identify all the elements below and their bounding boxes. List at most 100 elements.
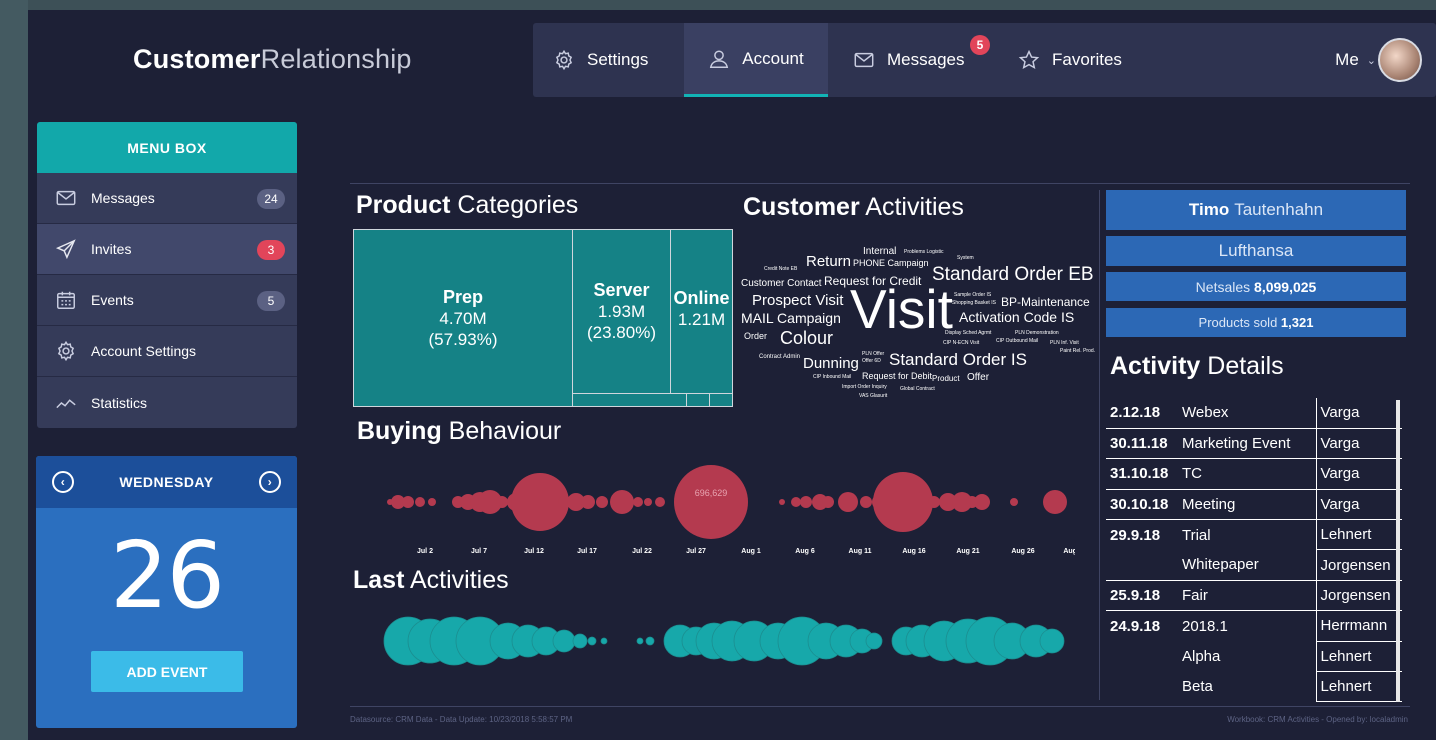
treemap-tile-server[interactable]: Server 1.93M (23.80%): [573, 230, 671, 394]
customer-activities-title: Customer Activities: [743, 193, 964, 221]
menu-item-invites[interactable]: Invites 3: [37, 224, 297, 275]
menu-item-events[interactable]: Events 5: [37, 275, 297, 326]
nav-account-label: Account: [742, 48, 804, 68]
day-number: 26: [109, 522, 225, 629]
table-row[interactable]: Beta Lehnert: [1106, 671, 1402, 703]
bubble[interactable]: [791, 497, 801, 507]
bubble[interactable]: [860, 496, 872, 508]
table-cell-date: [1106, 672, 1178, 702]
table-row[interactable]: 30.11.18 Marketing Event Varga: [1106, 428, 1402, 460]
tick-label: Aug 11: [849, 548, 872, 555]
add-event-button[interactable]: ADD EVENT: [91, 651, 243, 692]
table-row[interactable]: Alpha Lehnert: [1106, 641, 1402, 673]
bubble[interactable]: [1010, 498, 1018, 506]
table-cell-who: Lehnert: [1315, 671, 1402, 703]
table-row[interactable]: 24.9.18 2018.1 Herrmann: [1106, 610, 1402, 642]
bubble[interactable]: [1039, 628, 1065, 654]
divider: [350, 183, 1410, 184]
products-sold-card: Products sold 1,321: [1106, 308, 1406, 337]
count-badge: 3: [257, 240, 285, 260]
scrollbar[interactable]: [1396, 400, 1400, 702]
table-cell-who: Varga: [1315, 398, 1402, 429]
nav-favorites[interactable]: Favorites: [1018, 23, 1148, 97]
netsales-card: Netsales 8,099,025: [1106, 272, 1406, 301]
bubble[interactable]: [610, 490, 634, 514]
bubble[interactable]: [674, 465, 748, 539]
table-cell-who: Herrmann: [1315, 610, 1402, 642]
bubble[interactable]: [865, 632, 883, 650]
bubble[interactable]: [644, 498, 652, 506]
user-menu-label: Me: [1335, 50, 1359, 69]
table-cell-act: Fair: [1178, 580, 1316, 612]
user-menu[interactable]: Me ⌄: [1335, 23, 1376, 97]
avatar[interactable]: [1378, 38, 1422, 82]
table-cell-who: Jorgensen: [1315, 549, 1402, 581]
bubble[interactable]: [974, 494, 990, 510]
table-row[interactable]: 31.10.18 TC Varga: [1106, 458, 1402, 490]
menu-item-statistics[interactable]: Statistics: [37, 377, 297, 428]
table-cell-date: 24.9.18: [1110, 617, 1161, 635]
footer-datasource: Datasource: CRM Data - Data Update: 10/2…: [350, 715, 573, 724]
chevron-right-icon[interactable]: ›: [258, 471, 281, 493]
tick-label: Jul 12: [524, 548, 544, 555]
bubble[interactable]: [596, 496, 608, 508]
bubble[interactable]: [838, 492, 858, 512]
calendar-widget: ‹ WEDNESDAY › 26 ADD EVENT: [36, 456, 297, 728]
word-cloud: Internal Problems Logistic System Return…: [741, 246, 1096, 399]
tick-label: Aug 21: [956, 548, 979, 555]
divider: [350, 706, 1410, 707]
user-icon: [710, 49, 729, 68]
top-navigation: Settings Account Messages 5 Favorites Me…: [533, 23, 1436, 97]
bubble[interactable]: [779, 499, 785, 505]
nav-settings-label: Settings: [587, 50, 649, 69]
treemap-tile-prep[interactable]: Prep 4.70M (57.93%): [354, 230, 573, 407]
gear-icon: [57, 340, 75, 362]
nav-account[interactable]: Account: [684, 23, 828, 97]
table-cell-date: 29.9.18: [1110, 526, 1161, 544]
nav-messages[interactable]: Messages: [853, 23, 993, 97]
bubble[interactable]: [552, 629, 576, 653]
person-name-card: Timo Tautenhahn: [1106, 190, 1406, 230]
table-row[interactable]: 2.12.18 Webex Varga: [1106, 398, 1402, 429]
nav-messages-label: Messages: [887, 50, 965, 69]
brand-logo: CustomerRelationship: [133, 44, 412, 74]
table-cell-who: Varga: [1315, 489, 1402, 521]
table-cell-date: 25.9.18: [1106, 580, 1178, 612]
table-cell-act: Trial: [1182, 526, 1211, 544]
bubble[interactable]: [428, 498, 436, 506]
bubble[interactable]: [415, 497, 425, 507]
treemap-tile-small[interactable]: [573, 394, 687, 407]
messages-badge: 5: [970, 35, 990, 55]
bubble[interactable]: [600, 637, 608, 645]
chevron-left-icon[interactable]: ‹: [52, 471, 74, 493]
bubble[interactable]: [800, 496, 812, 508]
treemap-tile-small[interactable]: [687, 394, 710, 407]
bubble[interactable]: [587, 636, 597, 646]
table-cell-act: TC: [1178, 458, 1316, 490]
menu-item-account-settings[interactable]: Account Settings: [37, 326, 297, 377]
nav-settings[interactable]: Settings: [553, 23, 681, 97]
bubble[interactable]: [822, 496, 834, 508]
treemap-tile-online[interactable]: Online 1.21M: [671, 230, 732, 394]
table-row[interactable]: 30.10.18 Meeting Varga: [1106, 489, 1402, 521]
bubble[interactable]: [572, 633, 588, 649]
bubble[interactable]: [581, 495, 595, 509]
menu-item-messages[interactable]: Messages 24: [37, 173, 297, 224]
bubble[interactable]: [645, 636, 655, 646]
bubble-series: [383, 616, 1065, 666]
table-row[interactable]: 25.9.18 Fair Jorgensen: [1106, 580, 1402, 612]
table-cell-date: 2.12.18: [1106, 398, 1178, 429]
bubble[interactable]: [633, 497, 643, 507]
bubble[interactable]: [402, 496, 414, 508]
table-row[interactable]: Whitepaper Jorgensen: [1106, 549, 1402, 581]
bubble[interactable]: [928, 496, 940, 508]
bubble[interactable]: [496, 496, 508, 508]
bubble[interactable]: [873, 472, 933, 532]
bubble[interactable]: [636, 637, 644, 645]
tick-label: Aug 16: [902, 548, 925, 555]
bubble[interactable]: [655, 497, 665, 507]
treemap-tile-small[interactable]: [710, 394, 732, 407]
table-row[interactable]: 29.9.18 Trial Lehnert: [1106, 519, 1402, 551]
bubble[interactable]: [1043, 490, 1067, 514]
tick-label: Aug 1: [741, 548, 761, 555]
